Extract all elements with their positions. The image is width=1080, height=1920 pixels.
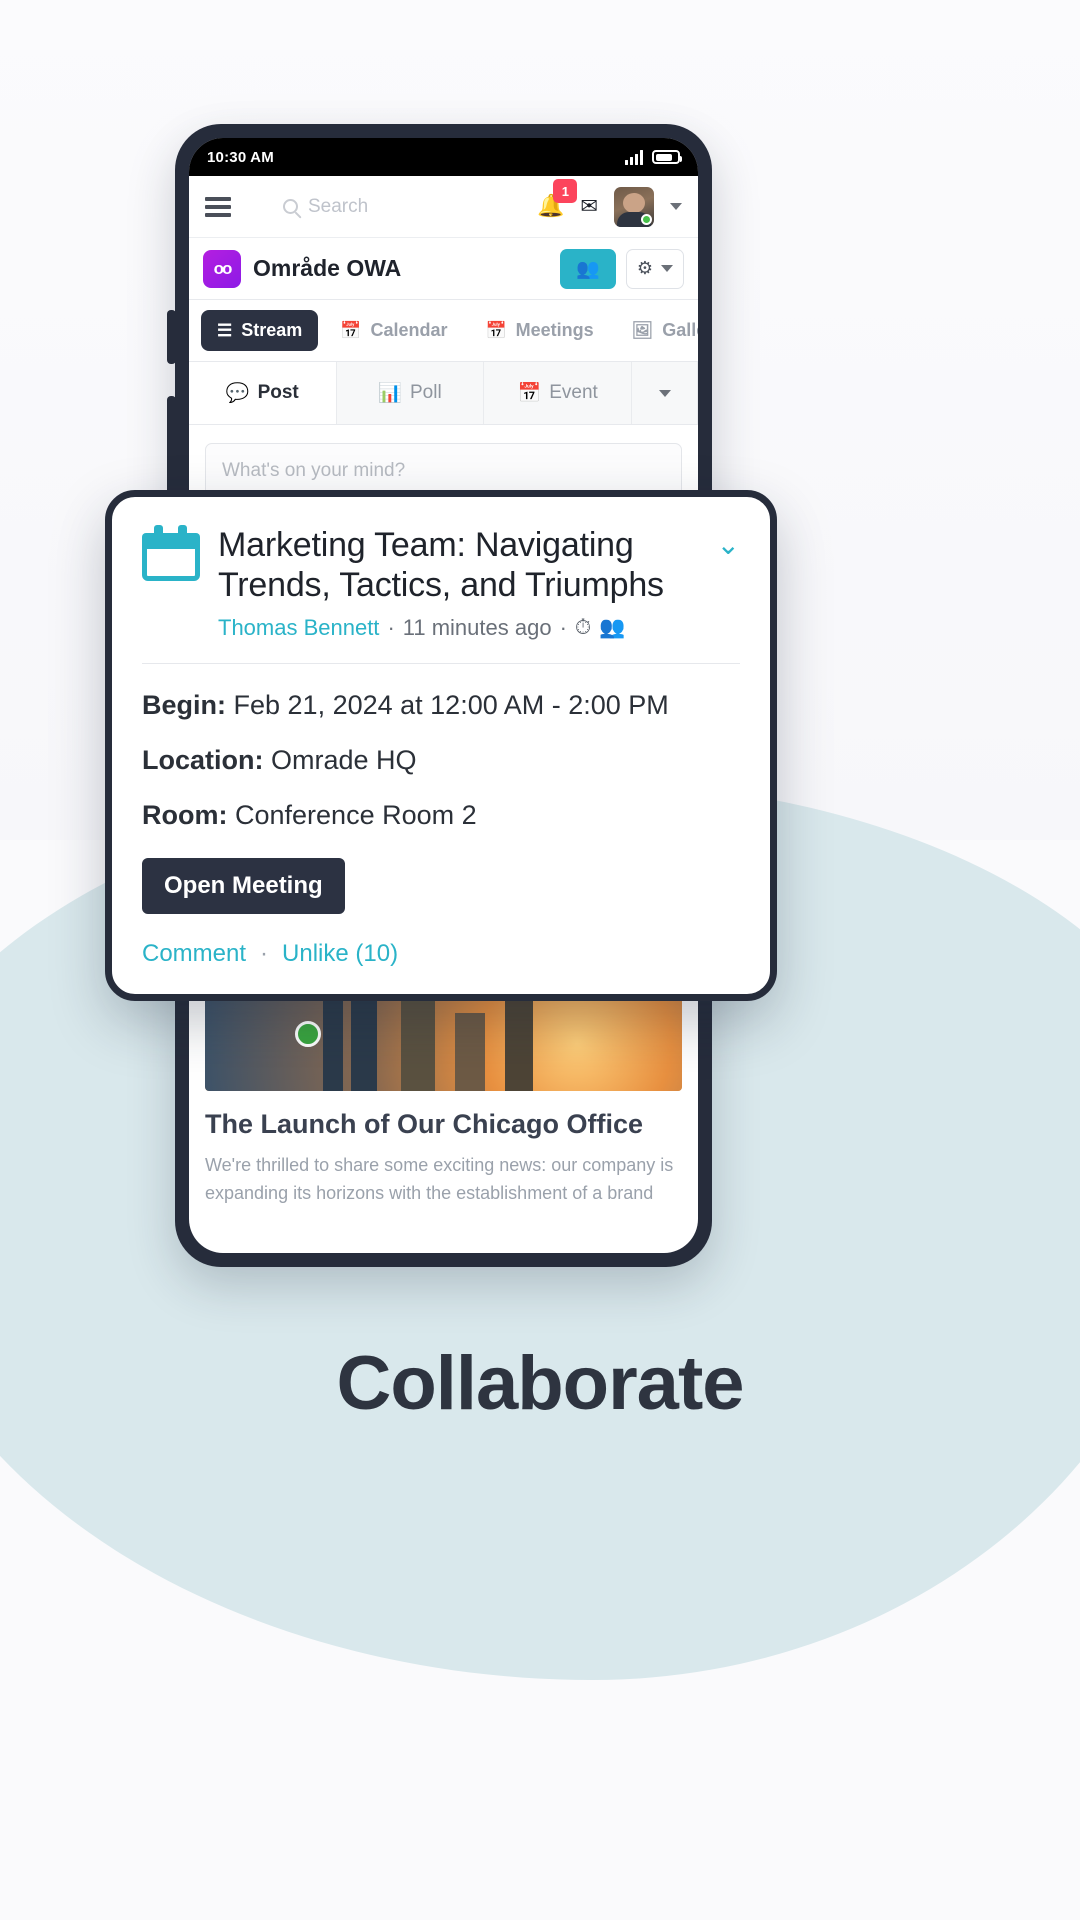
post-body-title: The Launch of Our Chicago Office: [205, 1109, 644, 1139]
image-icon: 🖼: [631, 320, 654, 340]
post-body-text: We're thrilled to share some exciting ne…: [205, 1155, 674, 1203]
phone-volume-down-button: [167, 396, 176, 496]
composer-tab-label: Post: [257, 382, 299, 403]
tab-label: Galle: [662, 320, 698, 340]
divider: [142, 663, 740, 665]
tab-label: Calendar: [370, 320, 448, 340]
calendar-icon: 📅: [340, 320, 362, 340]
composer-more-button[interactable]: [632, 362, 698, 424]
unlike-link[interactable]: Unlike (10): [282, 940, 398, 968]
field-label: Room:: [142, 800, 228, 831]
hero-building: [455, 1013, 485, 1091]
gear-icon: ⚙: [636, 258, 653, 278]
composer-tab-post[interactable]: 💬 Post: [189, 362, 337, 424]
meeting-card-header: Marketing Team: Navigating Trends, Tacti…: [142, 525, 740, 641]
composer-tab-poll[interactable]: 📊 Poll: [336, 362, 485, 424]
tab-label: Meetings: [515, 320, 594, 340]
meeting-field-room: Room: Conference Room 2: [142, 798, 740, 833]
clock-icon: ⏱: [574, 616, 592, 640]
envelope-icon[interactable]: ✉: [580, 196, 598, 217]
app-bar-icons: 🔔 1 ✉: [537, 179, 682, 227]
field-value: Conference Room 2: [235, 800, 477, 831]
calendar-event-icon: [142, 525, 200, 581]
meeting-author[interactable]: Thomas Bennett: [218, 615, 379, 641]
comment-icon: 💬: [225, 383, 250, 404]
chevron-down-icon[interactable]: ⌄: [717, 525, 740, 559]
field-label: Location:: [142, 745, 264, 776]
cellular-signal-icon: [625, 149, 643, 165]
meeting-timestamp: 11 minutes ago: [402, 615, 552, 641]
composer-placeholder: What's on your mind?: [222, 460, 406, 481]
field-value: Feb 21, 2024 at 12:00 AM - 2:00 PM: [233, 690, 669, 721]
chevron-down-icon: [661, 265, 673, 272]
space-tabs: ☰ Stream 📅 Calendar 📅 Meetings 🖼 Galle: [189, 300, 698, 362]
space-settings-button[interactable]: ⚙: [625, 248, 684, 289]
phone-volume-up-button: [167, 310, 176, 364]
online-status-dot: [641, 213, 652, 225]
caption-text: Collaborate: [336, 1341, 744, 1426]
status-time: 10:30 AM: [207, 148, 274, 166]
composer-tab-event[interactable]: 📅 Event: [484, 362, 633, 424]
bar-chart-icon: 📊: [378, 383, 402, 404]
action-separator: ·: [260, 939, 269, 967]
users-icon: 👥: [599, 616, 626, 640]
tab-gallery[interactable]: 🖼 Galle: [616, 310, 698, 351]
notifications-button[interactable]: 🔔 1: [537, 179, 578, 218]
space-logo-icon: oo: [203, 249, 241, 288]
open-meeting-button[interactable]: Open Meeting: [142, 857, 345, 914]
meeting-card-actions: Comment · Unlike (10): [142, 940, 740, 968]
composer-tab-label: Event: [549, 382, 598, 403]
space-header: oo Område OWA 👥 ⚙: [189, 238, 698, 300]
meeting-card: Marketing Team: Navigating Trends, Tacti…: [105, 490, 777, 1001]
field-value: Omrade HQ: [271, 745, 417, 776]
notification-badge: 1: [553, 179, 578, 203]
tab-label: Stream: [241, 320, 303, 340]
meta-separator-2: ·: [559, 615, 567, 641]
stream-icon: ☰: [217, 320, 233, 340]
tab-meetings[interactable]: 📅 Meetings: [469, 310, 609, 351]
add-member-button[interactable]: 👥: [559, 248, 616, 289]
app-bar: Search 🔔 1 ✉: [189, 176, 698, 238]
chevron-down-icon[interactable]: [670, 203, 682, 210]
status-indicators: [625, 149, 682, 165]
composer-tabs: 💬 Post 📊 Poll 📅 Event: [189, 362, 698, 425]
space-actions: 👥 ⚙: [559, 248, 684, 289]
hero-building: [505, 1001, 533, 1091]
search-placeholder: Search: [308, 195, 369, 217]
hero-building: [401, 987, 435, 1091]
search-icon: [283, 199, 298, 214]
meeting-title: Marketing Team: Navigating Trends, Tacti…: [218, 526, 664, 605]
battery-icon: [652, 150, 682, 164]
calendar-icon: 📅: [485, 320, 507, 340]
tab-stream[interactable]: ☰ Stream: [201, 310, 319, 351]
meeting-field-location: Location: Omrade HQ: [142, 743, 740, 778]
field-label: Begin:: [142, 690, 226, 721]
calendar-icon: 📅: [517, 383, 542, 404]
caret-down-icon: [658, 389, 671, 397]
space-name: Område OWA: [253, 255, 402, 281]
tab-calendar[interactable]: 📅 Calendar: [324, 310, 463, 351]
search-input[interactable]: Search: [241, 196, 527, 218]
meeting-meta: Thomas Bennett · 11 minutes ago · ⏱ 👥: [218, 615, 699, 641]
space-logo-text: oo: [213, 258, 233, 278]
hamburger-menu-icon[interactable]: [205, 196, 231, 217]
composer-tab-label: Poll: [410, 382, 442, 403]
meta-separator: ·: [387, 615, 395, 641]
avatar[interactable]: [614, 186, 654, 227]
status-bar: 10:30 AM: [189, 138, 698, 176]
add-member-icon: 👥: [576, 258, 600, 280]
comment-link[interactable]: Comment: [142, 940, 246, 968]
map-pin-icon[interactable]: [295, 1021, 321, 1047]
meeting-field-begin: Begin: Feb 21, 2024 at 12:00 AM - 2:00 P…: [142, 688, 740, 723]
